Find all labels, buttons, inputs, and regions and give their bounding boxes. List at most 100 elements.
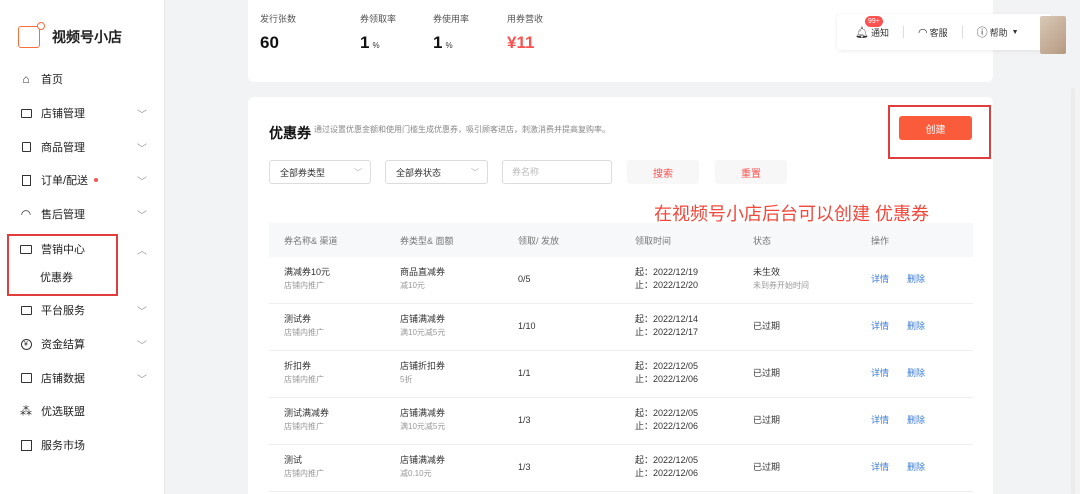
column-header: 状态 bbox=[753, 235, 772, 246]
sidebar-item-label: 优选联盟 bbox=[41, 406, 85, 418]
table-row: 测试 店铺内推广 店铺满减券 减0.10元 1/3 起：2022/12/05 止：20… bbox=[269, 445, 973, 492]
status-cell: 未生效 未到券开始时间 bbox=[753, 267, 809, 290]
actions-cell: 详情 删除 bbox=[871, 273, 925, 286]
stat-issued: 发行张数 60 bbox=[260, 12, 296, 53]
help-button[interactable]: ⓘ 帮助 ▼ bbox=[977, 24, 1019, 40]
chevron-down-icon: ﹀ bbox=[137, 109, 147, 121]
sidebar-item-aftersales[interactable]: ◠ 售后管理 ﹀ bbox=[0, 201, 165, 227]
notify-label: 通知 bbox=[870, 27, 889, 38]
stat-value: 60 bbox=[260, 33, 279, 52]
select-value: 全部券类型 bbox=[280, 167, 326, 178]
claim-ratio-cell: 1/3 bbox=[518, 415, 531, 425]
coupon-type-cell: 店铺折扣券 5折 bbox=[400, 361, 446, 384]
home-icon: ⌂ bbox=[22, 72, 30, 86]
delete-link[interactable]: 删除 bbox=[907, 415, 925, 425]
table-row: 测试券 店铺内推广 店铺满减券 满10元减5元 1/10 起：2022/12/14 止… bbox=[269, 304, 973, 351]
column-header: 券名称& 渠道 bbox=[284, 235, 338, 246]
chevron-down-icon: ﹀ bbox=[137, 374, 147, 386]
sidebar: 视频号小店 ⌂ 首页 店铺管理 ﹀ 商品管理 ﹀ 订单/配送 ﹀ ◠ 售后管理 … bbox=[0, 0, 165, 494]
chevron-down-icon: ﹀ bbox=[137, 176, 147, 188]
sidebar-item-products[interactable]: 商品管理 ﹀ bbox=[0, 134, 165, 160]
sidebar-item-alliance[interactable]: ⁂ 优选联盟 bbox=[0, 398, 165, 424]
store-icon bbox=[19, 106, 33, 120]
notification-badge: 99+ bbox=[865, 15, 883, 27]
detail-link[interactable]: 详情 bbox=[871, 415, 889, 425]
detail-link[interactable]: 详情 bbox=[871, 368, 889, 378]
page-scrollbar[interactable] bbox=[1071, 88, 1075, 494]
sidebar-item-market[interactable]: 服务市场 bbox=[0, 432, 165, 458]
sidebar-item-data[interactable]: 店铺数据 ﹀ bbox=[0, 365, 165, 391]
create-coupon-button[interactable]: 创建 bbox=[899, 116, 972, 140]
chevron-down-icon: ﹀ bbox=[354, 168, 362, 177]
stat-label: 发行张数 bbox=[260, 14, 297, 24]
sidebar-item-home[interactable]: ⌂ 首页 bbox=[0, 66, 165, 92]
claim-time-cell: 起：2022/12/05 止：2022/12/06 bbox=[635, 361, 699, 384]
help-icon: ⓘ bbox=[976, 27, 988, 39]
coupon-type-cell: 店铺满减券 满10元减5元 bbox=[400, 408, 446, 431]
detail-link[interactable]: 详情 bbox=[871, 321, 889, 331]
claim-ratio-cell: 1/10 bbox=[518, 321, 536, 331]
page-title: 优惠券 bbox=[269, 125, 311, 141]
column-header: 操作 bbox=[871, 235, 890, 246]
order-icon bbox=[19, 173, 33, 187]
claim-time-cell: 起：2022/12/19 止：2022/12/20 bbox=[635, 267, 699, 290]
detail-link[interactable]: 详情 bbox=[871, 274, 889, 284]
coupon-type-cell: 商品直减券 减10元 bbox=[400, 267, 446, 290]
divider bbox=[961, 26, 963, 38]
sidebar-item-label: 订单/配送 bbox=[41, 175, 89, 187]
delete-link[interactable]: 删除 bbox=[907, 462, 925, 472]
delete-link[interactable]: 删除 bbox=[907, 321, 925, 331]
search-button[interactable]: 搜索 bbox=[627, 160, 699, 184]
sidebar-item-label: 商品管理 bbox=[41, 142, 85, 154]
claim-ratio-cell: 0/5 bbox=[518, 274, 531, 284]
stat-value: 1% bbox=[360, 33, 380, 52]
coupon-status-select[interactable]: 全部券状态 ﹀ bbox=[385, 160, 488, 184]
table-row: 测试满减券 店铺内推广 店铺满减券 满10元减5元 1/3 起：2022/12/05… bbox=[269, 398, 973, 445]
sidebar-item-store[interactable]: 店铺管理 ﹀ bbox=[0, 100, 165, 126]
sidebar-item-settlement[interactable]: ¥ 资金结算 ﹀ bbox=[0, 331, 165, 357]
chevron-down-icon: ﹀ bbox=[471, 168, 479, 177]
customer-service-button[interactable]: ◠ 客服 bbox=[918, 26, 948, 39]
actions-cell: 详情 删除 bbox=[871, 320, 925, 333]
table-row: 折扣券 店铺内推广 店铺折扣券 5折 1/1 起：2022/12/05 止：2022/… bbox=[269, 351, 973, 398]
delete-link[interactable]: 删除 bbox=[907, 368, 925, 378]
reset-button[interactable]: 重置 bbox=[715, 160, 787, 184]
detail-link[interactable]: 详情 bbox=[871, 462, 889, 472]
sidebar-item-platform[interactable]: 平台服务 ﹀ bbox=[0, 297, 165, 323]
shop-logo[interactable]: 视频号小店 bbox=[18, 22, 122, 48]
highlight-box-marketing bbox=[7, 234, 118, 296]
notification-button[interactable]: 🔔︎ 通知 99+ bbox=[855, 15, 889, 39]
sidebar-item-orders[interactable]: 订单/配送 ﹀ bbox=[0, 167, 165, 193]
app-name: 视频号小店 bbox=[52, 29, 122, 45]
sidebar-item-label: 店铺数据 bbox=[41, 373, 85, 385]
stat-label: 用券营收 bbox=[507, 14, 544, 24]
stat-value: 1% bbox=[433, 33, 453, 52]
chevron-down-icon: ﹀ bbox=[137, 210, 147, 222]
service-icon bbox=[19, 303, 33, 317]
coupon-type-cell: 店铺满减券 满10元减5元 bbox=[400, 314, 446, 337]
coupon-name-input[interactable] bbox=[502, 160, 612, 184]
headset-icon: ◠ bbox=[917, 26, 928, 39]
table-row: 满减券10元 店铺内推广 商品直减券 减10元 0/5 起：2022/12/19 止：… bbox=[269, 257, 973, 304]
claim-ratio-cell: 1/3 bbox=[518, 462, 531, 472]
actions-cell: 详情 删除 bbox=[871, 461, 925, 474]
status-cell: 已过期 bbox=[753, 321, 781, 331]
profile-decoration bbox=[1040, 16, 1066, 54]
coupon-type-select[interactable]: 全部券类型 ﹀ bbox=[269, 160, 371, 184]
page-description: 通过设置优惠金额和使用门槛生成优惠券，吸引顾客进店，刺激消费并提高复购率。 bbox=[314, 125, 610, 134]
actions-cell: 详情 删除 bbox=[871, 414, 925, 427]
column-header: 领取/ 发放 bbox=[518, 235, 560, 246]
bag-icon bbox=[19, 140, 33, 154]
delete-link[interactable]: 删除 bbox=[907, 274, 925, 284]
coupon-name-cell: 满减券10元 店铺内推广 bbox=[284, 267, 331, 290]
sidebar-item-label: 资金结算 bbox=[41, 339, 85, 351]
sidebar-item-label: 首页 bbox=[41, 74, 63, 86]
coupon-name-cell: 折扣券 店铺内推广 bbox=[284, 361, 324, 384]
chart-icon bbox=[19, 371, 33, 385]
status-cell: 已过期 bbox=[753, 368, 781, 378]
claim-time-cell: 起：2022/12/05 止：2022/12/06 bbox=[635, 408, 699, 431]
grid-icon bbox=[19, 438, 33, 452]
coupon-card: 优惠券 通过设置优惠金额和使用门槛生成优惠券，吸引顾客进店，刺激消费并提高复购率… bbox=[248, 97, 993, 494]
stat-revenue: 用券营收 ¥11 bbox=[507, 12, 543, 53]
claim-time-cell: 起：2022/12/05 止：2022/12/06 bbox=[635, 455, 699, 478]
